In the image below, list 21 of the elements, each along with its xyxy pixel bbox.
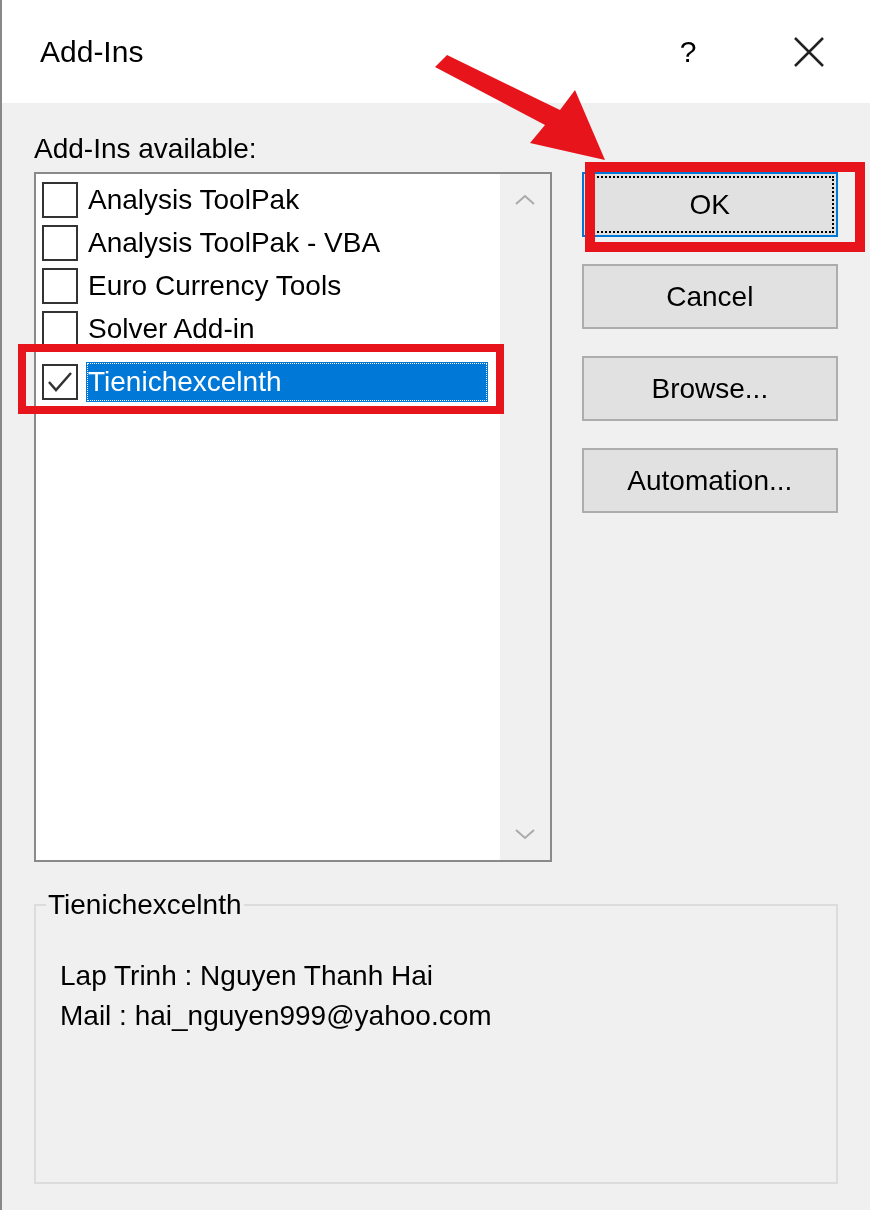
help-button[interactable]: ? xyxy=(663,29,713,74)
window-title: Add-Ins xyxy=(40,34,145,70)
checkbox[interactable] xyxy=(42,181,78,218)
list-item[interactable]: Analysis ToolPak xyxy=(86,179,302,220)
close-icon[interactable] xyxy=(793,35,825,68)
checkbox[interactable] xyxy=(42,310,78,347)
list-item[interactable]: Solver Add-in xyxy=(86,308,257,349)
list-item[interactable]: Euro Currency Tools xyxy=(86,265,344,306)
dialog-button[interactable]: Browse... xyxy=(581,356,838,421)
checkbox[interactable] xyxy=(42,363,78,400)
description-text: Lap Trinh : Nguyen Thanh Hai xyxy=(60,959,435,993)
dialog-button[interactable]: Cancel xyxy=(581,264,838,329)
group-title: Tienichexcelnth xyxy=(47,888,243,922)
list-label: Add-Ins available: xyxy=(34,132,258,166)
dialog-button[interactable]: OK xyxy=(581,172,838,237)
list-item[interactable]: Tienichexcelnth xyxy=(86,361,488,402)
description-text: Mail : hai_nguyen999@yahoo.com xyxy=(60,999,493,1033)
checkbox[interactable] xyxy=(42,267,78,304)
dialog-button[interactable]: Automation... xyxy=(581,448,838,513)
checkbox[interactable] xyxy=(42,224,78,261)
list-item[interactable]: Analysis ToolPak - VBA xyxy=(86,222,383,263)
